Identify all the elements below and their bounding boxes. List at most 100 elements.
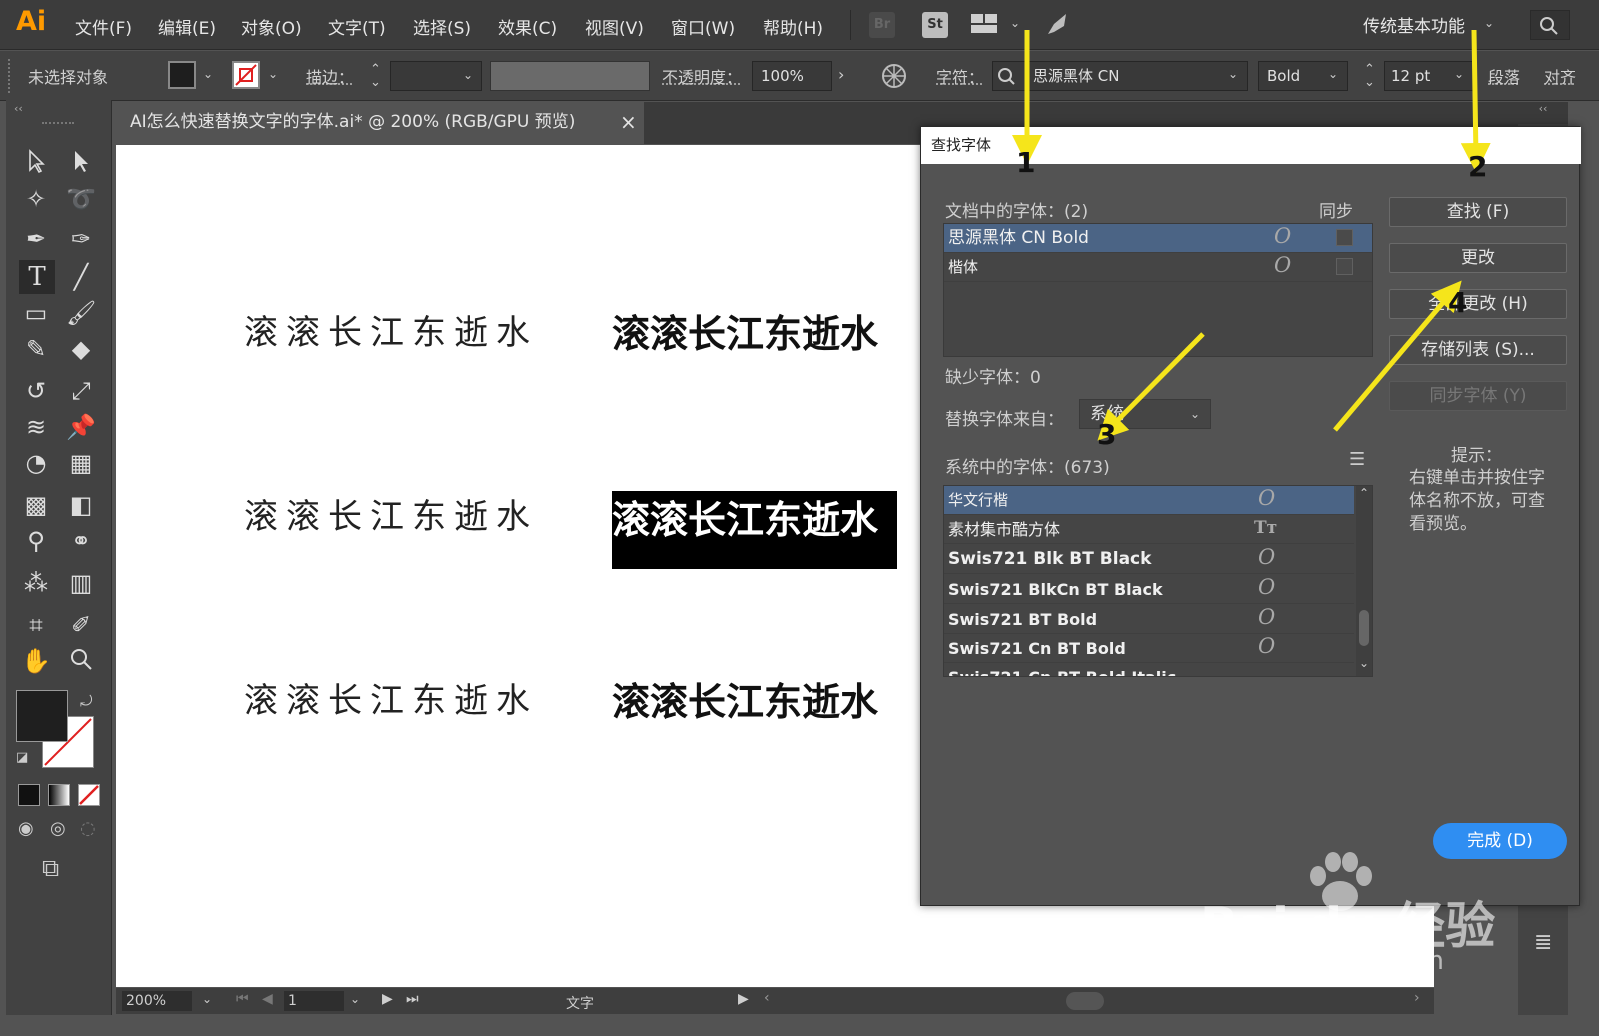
pen-tool-icon[interactable]: ✒ bbox=[21, 224, 51, 254]
list-item[interactable]: 楷体 bbox=[944, 253, 1372, 282]
panel-menu-icon[interactable]: ≣ bbox=[1534, 930, 1552, 955]
list-item[interactable]: 思源黑体 CN Bold bbox=[944, 224, 1372, 253]
text-heiti-row-1[interactable]: 滚滚长江东逝水 bbox=[612, 303, 878, 358]
shape-builder-tool-icon[interactable]: ◔ bbox=[21, 448, 51, 478]
puppet-warp-tool-icon[interactable]: 📌 bbox=[66, 412, 96, 442]
magic-wand-tool-icon[interactable]: ✧ bbox=[21, 184, 51, 214]
gradient-tool-icon[interactable]: ◧ bbox=[66, 490, 96, 520]
none-mode-icon[interactable] bbox=[78, 784, 100, 806]
list-item[interactable]: 素材集市酷方体 bbox=[944, 515, 1354, 544]
collapse-icon[interactable]: ‹‹ bbox=[1518, 102, 1568, 124]
grip-handle[interactable] bbox=[42, 122, 74, 126]
chevron-down-icon[interactable]: ⌄ bbox=[1010, 16, 1020, 30]
artboard-number-input[interactable]: 1 bbox=[284, 991, 344, 1011]
list-item[interactable]: Swis721 Cn BT Bold Italic bbox=[944, 663, 1354, 676]
list-item[interactable]: Swis721 Blk BT Black bbox=[944, 545, 1354, 574]
swap-colors-icon[interactable]: ⤾ bbox=[80, 692, 93, 710]
workspace-switcher[interactable]: 传统基本功能 bbox=[1363, 12, 1465, 37]
vertical-scrollbar[interactable]: ⌃ ⌄ bbox=[1356, 486, 1372, 676]
menu-type[interactable]: 文字(T) bbox=[328, 14, 386, 39]
text-heiti-row-3[interactable]: 滚滚长江东逝水 bbox=[612, 671, 878, 726]
text-kaiti-row-1[interactable]: 滚滚长江东逝水 bbox=[244, 305, 538, 354]
warp-tool-icon[interactable]: ≋ bbox=[21, 412, 51, 442]
chevron-down-icon[interactable]: ⌄ bbox=[202, 992, 212, 1006]
fill-swatch[interactable] bbox=[168, 61, 196, 89]
menu-view[interactable]: 视图(V) bbox=[585, 14, 644, 39]
line-tool-icon[interactable]: ╱ bbox=[66, 262, 96, 292]
align-link[interactable]: 对齐 bbox=[1544, 64, 1576, 88]
mesh-tool-icon[interactable]: ▩ bbox=[21, 490, 51, 520]
chevron-down-icon[interactable]: ⌄ bbox=[1328, 67, 1338, 81]
list-item[interactable]: 华文行楷 bbox=[944, 486, 1354, 515]
paintbrush-tool-icon[interactable]: 🖌 bbox=[66, 298, 96, 328]
text-kaiti-row-2[interactable]: 滚滚长江东逝水 bbox=[244, 489, 538, 538]
chevron-down-icon[interactable]: ⌄ bbox=[350, 992, 360, 1006]
type-tool-icon[interactable]: T bbox=[19, 260, 55, 294]
opacity-label[interactable]: 不透明度： bbox=[662, 64, 742, 88]
menu-select[interactable]: 选择(S) bbox=[413, 14, 471, 39]
draw-normal-icon[interactable]: ◉ bbox=[18, 818, 34, 839]
chevron-down-icon[interactable]: ⌄ bbox=[268, 67, 278, 81]
direct-selection-tool-icon[interactable] bbox=[66, 148, 96, 178]
slice-tool-icon[interactable]: ✐ bbox=[66, 610, 96, 640]
chevron-right-icon[interactable]: › bbox=[838, 65, 844, 84]
find-button[interactable]: 查找 (F) bbox=[1389, 197, 1567, 227]
stock-icon[interactable]: St bbox=[922, 12, 948, 38]
menu-file[interactable]: 文件(F) bbox=[75, 14, 132, 39]
sync-fonts-button[interactable]: 同步字体 (Y) bbox=[1389, 381, 1567, 411]
scroll-right-icon[interactable]: › bbox=[1414, 990, 1420, 1006]
stroke-label[interactable]: 描边： bbox=[306, 64, 354, 88]
stepper-icon[interactable]: ⌃ ⌄ bbox=[1364, 63, 1375, 89]
document-tab[interactable]: AI怎么快速替换文字的字体.ai* @ 200% (RGB/GPU 预览) × bbox=[116, 102, 644, 144]
grip-handle[interactable] bbox=[8, 59, 12, 93]
gpu-rocket-icon[interactable] bbox=[1044, 10, 1072, 42]
status-menu-icon[interactable]: ▶ bbox=[738, 991, 749, 1007]
artboard-tool-icon[interactable]: ⌗ bbox=[21, 610, 51, 640]
eyedropper-tool-icon[interactable]: ⚲ bbox=[21, 526, 51, 556]
sync-checkbox[interactable] bbox=[1336, 258, 1353, 275]
next-artboard-icon[interactable]: ▶ bbox=[382, 991, 393, 1007]
character-label[interactable]: 字符： bbox=[936, 64, 984, 88]
text-kaiti-row-3[interactable]: 滚滚长江东逝水 bbox=[244, 673, 538, 722]
scroll-left-icon[interactable]: ‹ bbox=[764, 990, 770, 1006]
prev-artboard-icon[interactable]: ◀ bbox=[262, 991, 273, 1007]
menu-object[interactable]: 对象(O) bbox=[241, 14, 302, 39]
font-family-input[interactable]: 思源黑体 CN bbox=[992, 61, 1248, 91]
list-item[interactable]: Swis721 Cn BT Bold bbox=[944, 634, 1354, 663]
perspective-grid-tool-icon[interactable]: ▦ bbox=[66, 448, 96, 478]
text-heiti-row-2-selected[interactable]: 滚滚长江东逝水 bbox=[612, 489, 878, 544]
menu-window[interactable]: 窗口(W) bbox=[671, 14, 735, 39]
chevron-down-icon[interactable]: ⌄ bbox=[1228, 67, 1238, 81]
bridge-icon[interactable]: Br bbox=[869, 12, 895, 38]
selection-tool-icon[interactable] bbox=[21, 148, 51, 178]
shaper-tool-icon[interactable]: ✎ bbox=[21, 334, 51, 364]
zoom-tool-icon[interactable] bbox=[66, 646, 96, 676]
paragraph-link[interactable]: 段落 bbox=[1488, 64, 1520, 88]
column-graph-tool-icon[interactable]: ▥ bbox=[66, 568, 96, 598]
draw-inside-icon[interactable]: ◌ bbox=[80, 818, 96, 839]
chevron-down-icon[interactable]: ⌄ bbox=[203, 67, 213, 81]
search-help-box[interactable] bbox=[1530, 10, 1570, 40]
blend-tool-icon[interactable]: ⚭ bbox=[66, 526, 96, 556]
collapse-icon[interactable]: ‹‹ bbox=[14, 102, 23, 115]
stroke-weight-input[interactable]: ⌄ bbox=[390, 61, 482, 91]
opacity-input[interactable]: 100% bbox=[752, 61, 832, 91]
save-list-button[interactable]: 存储列表 (S)... bbox=[1389, 335, 1567, 365]
chevron-down-icon[interactable]: ⌄ bbox=[1454, 67, 1464, 81]
recolor-icon[interactable] bbox=[880, 62, 908, 94]
close-icon[interactable]: × bbox=[620, 102, 637, 142]
list-item[interactable]: Swis721 BlkCn BT Black bbox=[944, 575, 1354, 604]
zoom-level-input[interactable]: 200% bbox=[122, 991, 192, 1011]
change-button[interactable]: 更改 bbox=[1389, 243, 1567, 273]
arrange-documents-icon[interactable] bbox=[971, 14, 999, 38]
draw-behind-icon[interactable]: ◎ bbox=[50, 818, 66, 839]
sync-checkbox[interactable] bbox=[1336, 229, 1353, 246]
stroke-swatch[interactable] bbox=[232, 61, 260, 89]
rotate-tool-icon[interactable]: ↺ bbox=[21, 376, 51, 406]
list-item[interactable]: Swis721 BT Bold bbox=[944, 605, 1354, 634]
default-colors-icon[interactable]: ◪ bbox=[16, 750, 28, 765]
change-all-button[interactable]: 全部更改 (H) bbox=[1389, 289, 1567, 319]
gradient-mode-icon[interactable] bbox=[48, 784, 70, 806]
rectangle-tool-icon[interactable]: ▭ bbox=[21, 298, 51, 328]
curvature-tool-icon[interactable]: ✑ bbox=[66, 224, 96, 254]
